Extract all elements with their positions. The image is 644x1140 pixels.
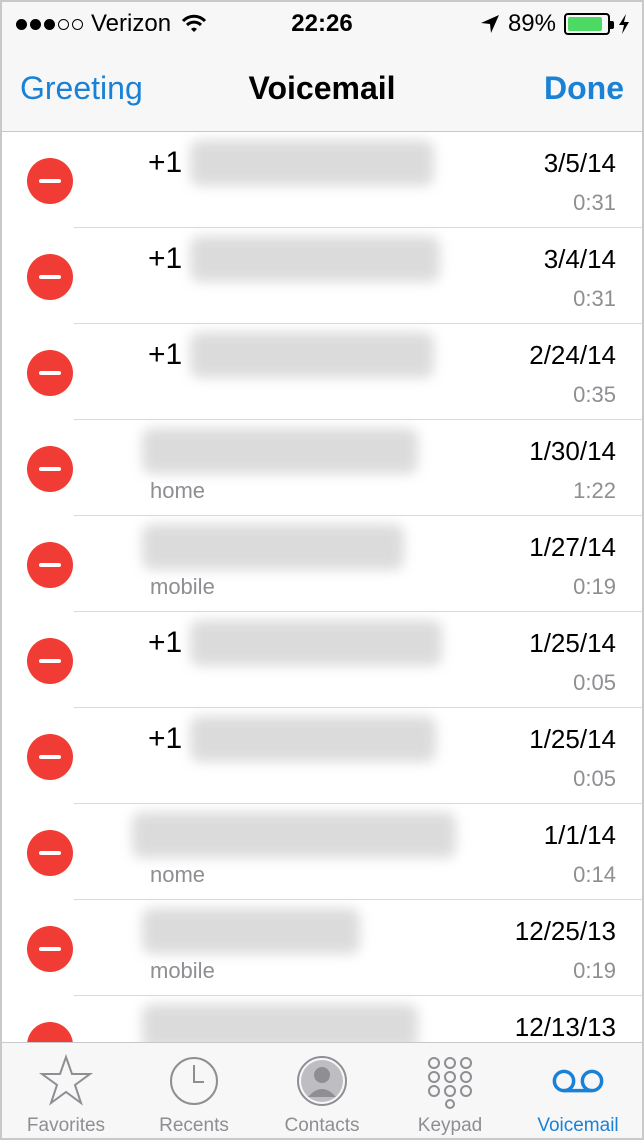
voicemail-date: 1/25/14 xyxy=(529,628,616,658)
redacted-number xyxy=(190,716,437,762)
caller: +1 xyxy=(148,620,443,666)
tab-bar: Favorites Recents Contacts Keypad Voicem… xyxy=(2,1042,642,1138)
tab-label: Keypad xyxy=(417,1115,483,1136)
voicemail-duration: 0:31 xyxy=(573,190,616,215)
delete-icon[interactable] xyxy=(27,254,73,300)
country-code: +1 xyxy=(148,722,183,755)
voicemail-duration: 0:31 xyxy=(573,286,616,311)
redacted-number xyxy=(190,236,441,282)
greeting-button[interactable]: Greeting xyxy=(20,70,143,107)
redacted-name xyxy=(142,1004,418,1042)
voicemail-row[interactable]: nome 1/1/14 0:14 xyxy=(2,804,642,900)
voicemail-date: 3/4/14 xyxy=(543,244,616,274)
voicemail-duration: 0:35 xyxy=(573,382,616,407)
redacted-name xyxy=(142,908,360,954)
voicemail-row[interactable]: +1 3/4/14 0:31 xyxy=(2,228,642,324)
tab-label: Favorites xyxy=(26,1115,106,1136)
delete-icon[interactable] xyxy=(27,158,73,204)
phone-screen: Verizon 22:26 89% Greeting Voicemail Don… xyxy=(0,0,644,1140)
caller-label: home xyxy=(150,478,206,503)
redacted-name xyxy=(132,812,456,858)
tab-contacts[interactable]: Contacts xyxy=(258,1043,386,1138)
caller: +1 xyxy=(148,236,441,282)
voicemail-date: 3/5/14 xyxy=(543,148,616,178)
caller: +1 xyxy=(148,716,437,762)
delete-icon[interactable] xyxy=(27,446,73,492)
redacted-number xyxy=(190,620,443,666)
voicemail-row[interactable]: +1 1/25/14 0:05 xyxy=(2,612,642,708)
country-code: +1 xyxy=(148,338,183,371)
contacts-icon xyxy=(294,1053,350,1109)
caller-label: mobile xyxy=(150,958,215,983)
caller xyxy=(142,524,404,570)
redacted-name xyxy=(142,428,418,474)
clock-icon xyxy=(166,1053,222,1109)
status-right: 89% xyxy=(480,10,630,38)
caller-label: mobile xyxy=(150,574,215,599)
voicemail-row[interactable]: +1 2/24/14 0:35 xyxy=(2,324,642,420)
voicemail-date: 1/1/14 xyxy=(543,820,616,850)
caller: +1 xyxy=(148,332,435,378)
voicemail-duration: 0:14 xyxy=(573,862,616,887)
caller xyxy=(142,908,360,954)
caller xyxy=(142,1004,418,1042)
tab-label: Contacts xyxy=(284,1115,360,1136)
voicemail-icon xyxy=(550,1053,606,1109)
voicemail-duration: 0:19 xyxy=(573,958,616,983)
keypad-icon xyxy=(422,1053,478,1109)
voicemail-row[interactable]: +1 1/25/14 0:05 xyxy=(2,708,642,804)
voicemail-row[interactable]: home 1/30/14 1:22 xyxy=(2,420,642,516)
delete-icon[interactable] xyxy=(27,734,73,780)
redacted-number xyxy=(190,332,435,378)
country-code: +1 xyxy=(148,146,183,179)
voicemail-date: 1/27/14 xyxy=(529,532,616,562)
redacted-name xyxy=(142,524,404,570)
tab-label: Voicemail xyxy=(537,1115,619,1136)
voicemail-date: 12/13/13 xyxy=(514,1012,616,1042)
delete-icon[interactable] xyxy=(27,638,73,684)
voicemail-duration: 0:05 xyxy=(573,670,616,695)
done-button[interactable]: Done xyxy=(544,70,624,107)
voicemail-duration: 0:19 xyxy=(573,574,616,599)
redacted-number xyxy=(190,140,435,186)
charging-bolt-icon xyxy=(619,14,629,34)
voicemail-date: 12/25/13 xyxy=(514,916,616,946)
tab-favorites[interactable]: Favorites xyxy=(2,1043,130,1138)
caller-label: nome xyxy=(150,862,206,887)
delete-icon[interactable] xyxy=(27,350,73,396)
voicemail-duration: 0:05 xyxy=(573,766,616,791)
tab-voicemail[interactable]: Voicemail xyxy=(514,1043,642,1138)
voicemail-date: 1/25/14 xyxy=(529,724,616,754)
voicemail-list: +1 3/5/14 0:31 +1 3/4/14 0:31 +1 2/24/14… xyxy=(2,132,642,1042)
battery-percent: 89% xyxy=(507,10,556,37)
battery-icon xyxy=(564,13,614,35)
delete-icon[interactable] xyxy=(27,542,73,588)
voicemail-row[interactable]: mobile 12/25/13 0:19 xyxy=(2,900,642,996)
location-arrow-icon xyxy=(480,15,499,33)
delete-icon[interactable] xyxy=(27,926,73,972)
voicemail-row[interactable]: +1 3/5/14 0:31 xyxy=(2,132,642,228)
caller xyxy=(142,428,418,474)
voicemail-date: 2/24/14 xyxy=(529,340,616,370)
status-bar: Verizon 22:26 89% xyxy=(2,2,642,46)
caller: +1 xyxy=(148,140,435,186)
navigation-bar: Greeting Voicemail Done xyxy=(2,46,642,132)
voicemail-row[interactable]: 12/13/13 xyxy=(2,996,642,1042)
country-code: +1 xyxy=(148,242,183,275)
battery-fill xyxy=(568,17,602,31)
star-icon xyxy=(38,1053,94,1109)
tab-recents[interactable]: Recents xyxy=(130,1043,258,1138)
caller xyxy=(132,812,456,858)
voicemail-duration: 1:22 xyxy=(573,478,616,503)
tab-label: Recents xyxy=(159,1115,229,1136)
voicemail-date: 1/30/14 xyxy=(529,436,616,466)
voicemail-row[interactable]: mobile 1/27/14 0:19 xyxy=(2,516,642,612)
delete-icon[interactable] xyxy=(27,1022,73,1042)
delete-icon[interactable] xyxy=(27,830,73,876)
country-code: +1 xyxy=(148,626,183,659)
tab-keypad[interactable]: Keypad xyxy=(386,1043,514,1138)
